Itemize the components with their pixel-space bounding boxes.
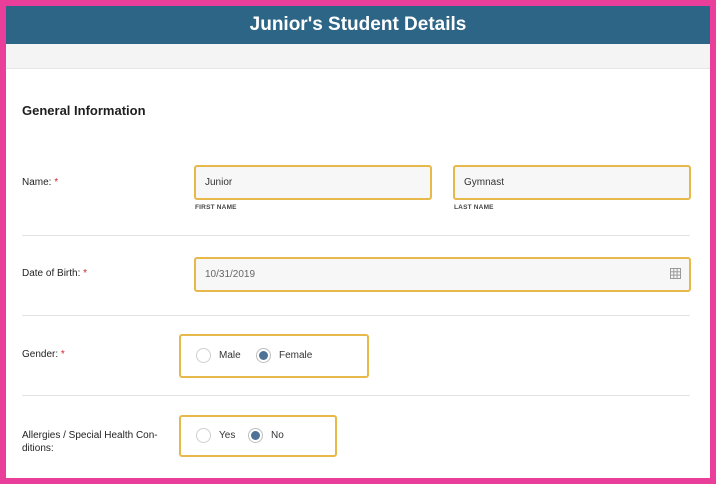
last-name-input[interactable]: Gymnast: [453, 165, 691, 200]
calendar-icon[interactable]: [670, 268, 681, 279]
dob-input[interactable]: 10/31/2019: [194, 257, 691, 292]
gender-option-female[interactable]: Female: [256, 348, 312, 363]
section-title: General Information: [22, 103, 146, 118]
required-marker: *: [60, 349, 65, 360]
allergies-label: Allergies / Special Health Con- ditions:: [22, 429, 158, 455]
last-name-caption: LAST NAME: [454, 204, 494, 211]
allergies-option-yes[interactable]: Yes: [196, 428, 235, 443]
radio-button-selected[interactable]: [248, 428, 263, 443]
radio-button[interactable]: [196, 348, 211, 363]
dob-label-text: Date of Birth:: [22, 268, 81, 279]
allergies-label-line1: Allergies / Special Health Con-: [22, 430, 158, 441]
name-label-text: Name:: [22, 177, 52, 188]
allergies-option-label: No: [271, 430, 284, 441]
allergies-option-label: Yes: [219, 430, 236, 441]
first-name-value: Junior: [205, 177, 233, 188]
student-details-panel: Junior's Student Details General Informa…: [6, 6, 710, 478]
page-title: Junior's Student Details: [6, 6, 710, 44]
allergies-radio-group: Yes No: [179, 415, 337, 457]
first-name-input[interactable]: Junior: [194, 165, 432, 200]
divider: [22, 235, 690, 236]
gender-radio-group: Male Female: [179, 334, 369, 378]
radio-button-selected[interactable]: [256, 348, 271, 363]
header-subbar: [6, 44, 710, 69]
name-label: Name: *: [22, 176, 58, 189]
gender-option-label: Male: [219, 350, 241, 361]
required-marker: *: [83, 268, 88, 279]
first-name-caption: FIRST NAME: [195, 204, 237, 211]
divider: [22, 395, 690, 396]
required-marker: *: [54, 177, 59, 188]
dob-label: Date of Birth: *: [22, 267, 87, 280]
gender-label-text: Gender:: [22, 349, 59, 360]
dob-value: 10/31/2019: [205, 269, 256, 280]
allergies-option-no[interactable]: No: [248, 428, 284, 443]
radio-button[interactable]: [196, 428, 211, 443]
divider: [22, 315, 690, 316]
gender-label: Gender: *: [22, 348, 65, 361]
last-name-value: Gymnast: [464, 177, 505, 188]
gender-option-label: Female: [279, 350, 313, 361]
gender-option-male[interactable]: Male: [196, 348, 241, 363]
allergies-label-line2: ditions:: [22, 443, 54, 454]
